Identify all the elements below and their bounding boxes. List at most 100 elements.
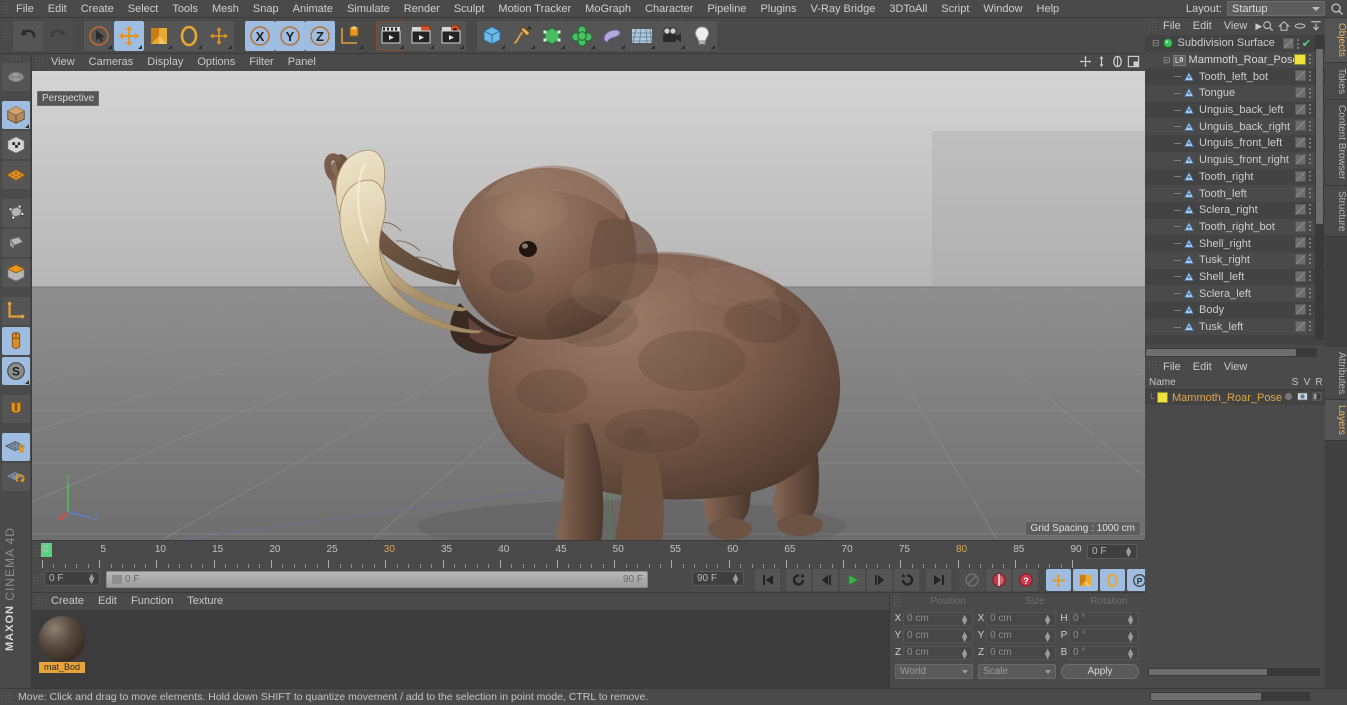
object-tag-icon[interactable] xyxy=(1295,237,1306,249)
ellipse-object-icon[interactable] xyxy=(1294,20,1306,32)
scale-key-button[interactable] xyxy=(1073,569,1098,591)
material-menu-texture[interactable]: Texture xyxy=(180,593,230,610)
lock-x-axis-button[interactable]: X xyxy=(245,20,275,51)
object-row[interactable]: Unguis_front_right xyxy=(1145,151,1325,169)
render-to-picture-viewer-button[interactable] xyxy=(406,20,436,51)
viewport-3d-canvas[interactable]: Perspective Grid Spacing : 1000 cm Y Z X xyxy=(32,71,1145,540)
layer-render-toggle[interactable] xyxy=(1312,392,1322,401)
scrollbar-thumb[interactable] xyxy=(1316,49,1323,224)
object-tag-icon[interactable] xyxy=(1295,270,1306,282)
menu-snap[interactable]: Snap xyxy=(246,0,286,18)
place-tool[interactable] xyxy=(204,20,234,51)
dock-horizontal-scrollbar[interactable] xyxy=(1148,668,1320,676)
scale-tool[interactable] xyxy=(144,20,174,51)
live-selection-tool[interactable] xyxy=(84,20,114,51)
object-manager-grip[interactable] xyxy=(1148,20,1157,33)
preview-range-left-handle[interactable] xyxy=(112,575,122,584)
add-array-button[interactable] xyxy=(567,20,597,51)
object-tag-icon[interactable] xyxy=(1295,87,1306,99)
rotation-p-field[interactable]: 0 ° ▲ ▼ xyxy=(1069,628,1139,643)
object-row[interactable]: Tooth_right_bot xyxy=(1145,218,1325,236)
object-tag-icon[interactable] xyxy=(1295,287,1306,299)
vertical-tab-objects[interactable]: Objects xyxy=(1325,18,1347,63)
autokeying-button[interactable] xyxy=(986,569,1011,591)
toolbar-grip[interactable] xyxy=(2,29,11,42)
object-dots-icon[interactable] xyxy=(1309,70,1311,81)
menu-v-ray-bridge[interactable]: V-Ray Bridge xyxy=(804,0,883,18)
menu-mograph[interactable]: MoGraph xyxy=(578,0,638,18)
enabled-check-icon[interactable]: ✔ xyxy=(1302,37,1311,50)
step-back-button[interactable] xyxy=(813,569,838,591)
add-spline-button[interactable] xyxy=(507,20,537,51)
add-camera-button[interactable] xyxy=(657,20,687,51)
world-object-coordinates-button[interactable] xyxy=(335,21,365,51)
object-dots-icon[interactable] xyxy=(1309,204,1311,215)
spinner-icon[interactable]: ▲ ▼ xyxy=(1043,629,1052,643)
object-tag-icon[interactable] xyxy=(1295,203,1306,215)
menu-mesh[interactable]: Mesh xyxy=(205,0,246,18)
render-view-button[interactable] xyxy=(376,20,406,51)
workplane-lock-button[interactable] xyxy=(2,433,30,461)
workplane-reset-button[interactable] xyxy=(2,463,30,491)
object-dots-icon[interactable] xyxy=(1309,237,1311,248)
material-menu-function[interactable]: Function xyxy=(124,593,180,610)
viewport-grip[interactable] xyxy=(35,56,44,69)
object-dots-icon[interactable] xyxy=(1309,304,1311,315)
fit-objects-icon[interactable] xyxy=(1310,20,1322,32)
expand-collapse-icon[interactable]: ⊟ xyxy=(1152,38,1160,49)
object-row[interactable]: Tooth_left_bot xyxy=(1145,68,1325,85)
menu-tools[interactable]: Tools xyxy=(165,0,205,18)
object-dots-icon[interactable] xyxy=(1309,271,1311,282)
object-manager-horizontal-scrollbar[interactable] xyxy=(1145,348,1317,357)
add-generator-button[interactable] xyxy=(537,20,567,51)
current-frame-field[interactable]: 0 F ▲ ▼ xyxy=(44,571,100,586)
object-layer-swatch[interactable] xyxy=(1294,53,1306,65)
coordinate-mode-dropdown[interactable]: Scale xyxy=(978,664,1056,679)
spinner-icon[interactable]: ▲ ▼ xyxy=(1124,545,1133,559)
object-tag-icon[interactable] xyxy=(1295,320,1306,332)
object-row[interactable]: Shell_left xyxy=(1145,269,1325,286)
menu-select[interactable]: Select xyxy=(121,0,166,18)
add-deformer-button[interactable] xyxy=(597,20,627,51)
search-icon[interactable] xyxy=(1330,2,1344,16)
menu-render[interactable]: Render xyxy=(397,0,447,18)
layer-menu-edit[interactable]: Edit xyxy=(1187,361,1218,373)
object-row[interactable]: Body xyxy=(1145,302,1325,319)
viewport-menu-panel[interactable]: Panel xyxy=(281,54,323,71)
object-row[interactable]: Unguis_front_left xyxy=(1145,135,1325,152)
menu-plugins[interactable]: Plugins xyxy=(753,0,803,18)
end-frame-field[interactable]: 90 F ▲ ▼ xyxy=(692,571,744,586)
object-dots-icon[interactable] xyxy=(1309,104,1311,115)
record-active-objects-button[interactable] xyxy=(959,569,984,591)
spinner-icon[interactable]: ▲ ▼ xyxy=(1043,612,1052,626)
spinner-icon[interactable]: ▲ ▼ xyxy=(960,612,969,626)
add-cube-button[interactable] xyxy=(477,20,507,51)
menu-character[interactable]: Character xyxy=(638,0,700,18)
loop-button[interactable] xyxy=(894,569,919,591)
object-row[interactable]: Tusk_right xyxy=(1145,251,1325,269)
object-dots-icon[interactable] xyxy=(1309,137,1311,148)
viewport-menu-cameras[interactable]: Cameras xyxy=(82,54,141,71)
menu-3dtoall[interactable]: 3DToAll xyxy=(882,0,934,18)
status-grip[interactable] xyxy=(4,690,13,704)
menu-sculpt[interactable]: Sculpt xyxy=(447,0,492,18)
scrollbar-thumb[interactable] xyxy=(1151,693,1261,700)
object-tag-icon[interactable] xyxy=(1295,137,1306,149)
step-forward-button[interactable] xyxy=(867,569,892,591)
object-manager-list[interactable]: ⊟ Subdivision Surface ✔ ⊟ L 0 Mammoth_Roar_Pos… xyxy=(1145,35,1325,345)
object-manager-vertical-scrollbar[interactable] xyxy=(1315,35,1324,340)
spinner-icon[interactable]: ▲ ▼ xyxy=(1126,612,1135,626)
object-dots-icon[interactable] xyxy=(1309,187,1311,198)
snap-settings-button[interactable]: S xyxy=(2,357,30,385)
object-row[interactable]: Sclera_left xyxy=(1145,285,1325,302)
more-chevron-icon[interactable]: ▶ xyxy=(1253,21,1262,32)
mammoth-3d-model[interactable] xyxy=(32,71,1145,540)
left-toolbar-grip[interactable] xyxy=(9,55,22,61)
object-tag-icon[interactable] xyxy=(1295,187,1306,199)
rotation-key-button[interactable] xyxy=(1100,569,1125,591)
menu-animate[interactable]: Animate xyxy=(286,0,340,18)
object-dots-icon[interactable] xyxy=(1309,154,1311,165)
coordinate-system-dropdown[interactable]: World xyxy=(895,664,973,679)
home-object-icon[interactable] xyxy=(1278,20,1290,32)
position-y-field[interactable]: 0 cm ▲ ▼ xyxy=(903,628,973,643)
